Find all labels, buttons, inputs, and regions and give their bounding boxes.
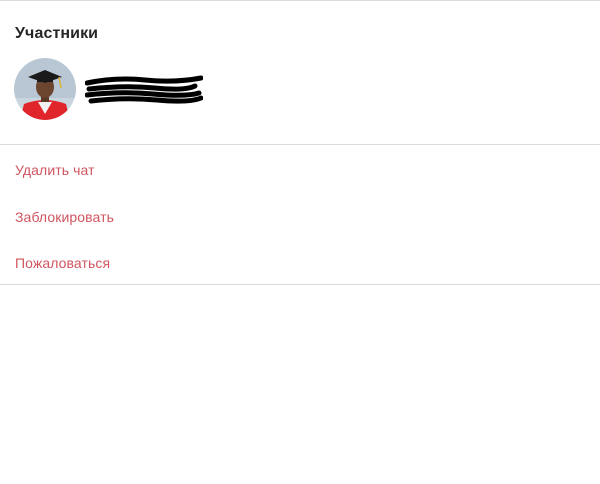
- divider-bottom: [0, 284, 600, 285]
- graduate-avatar-icon[interactable]: [14, 58, 76, 120]
- participant-name[interactable]: [85, 67, 203, 111]
- divider-top: [0, 144, 600, 145]
- delete-chat-button[interactable]: Удалить чат: [15, 162, 95, 178]
- participant-row[interactable]: [14, 58, 214, 120]
- report-button[interactable]: Пожаловаться: [15, 255, 110, 271]
- participants-heading: Участники: [15, 25, 99, 42]
- block-button[interactable]: Заблокировать: [15, 209, 114, 225]
- redaction-scribble: [85, 75, 203, 104]
- chat-details-panel: Участники Удалить чат Заблокировать Пожа…: [0, 0, 600, 484]
